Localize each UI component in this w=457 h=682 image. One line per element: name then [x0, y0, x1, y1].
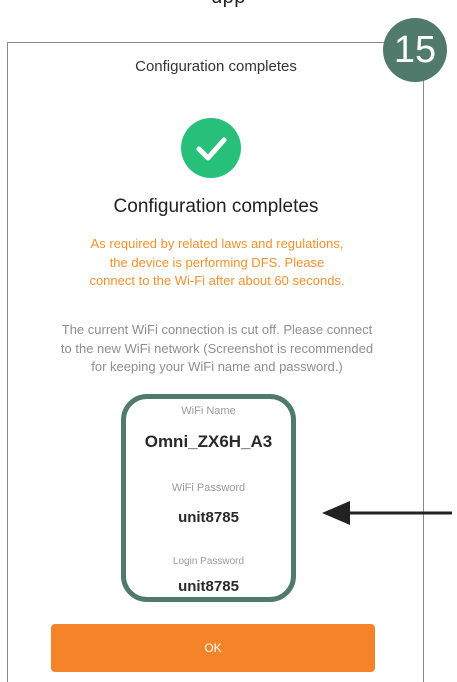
- success-checkmark-icon: [181, 118, 241, 178]
- connection-notice-text: The current WiFi connection is cut off. …: [60, 322, 374, 374]
- page-title: Configuration completes: [135, 58, 297, 75]
- left-arrow-icon: [322, 501, 452, 525]
- login-password-label: Login Password: [172, 556, 245, 567]
- status-title: Configuration completes: [113, 196, 319, 217]
- login-password-value: unit8785: [178, 578, 239, 595]
- dfs-notice-text: As required by related laws and regulati…: [89, 236, 345, 288]
- wifi-name-value: Omni_ZX6H_A3: [144, 432, 273, 451]
- ok-button[interactable]: OK: [51, 624, 375, 672]
- wifi-name-label: WiFi Name: [181, 405, 236, 417]
- wifi-password-label: WiFi Password: [171, 482, 246, 494]
- wifi-info-highlight-box: [121, 394, 296, 602]
- wifi-password-value: unit8785: [178, 509, 239, 526]
- cropped-top-text: upp: [0, 0, 457, 9]
